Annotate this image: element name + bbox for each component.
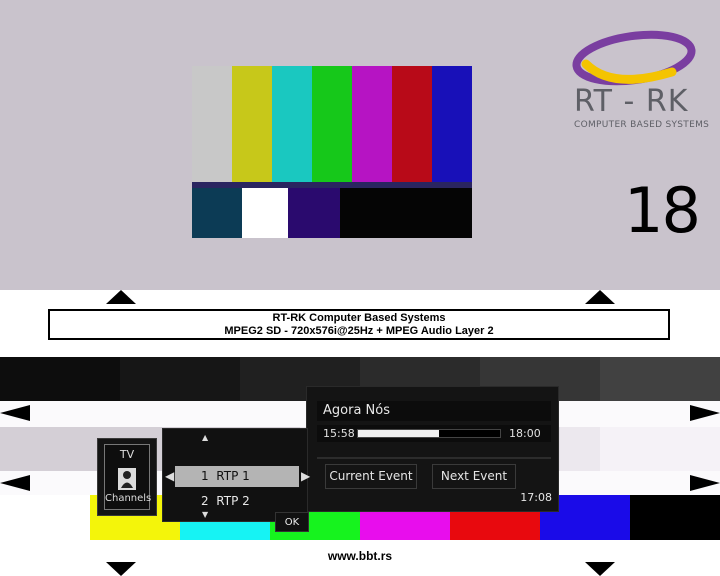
mini-low-black (340, 188, 472, 238)
stream-info-box: RT-RK Computer Based Systems MPEG2 SD - … (48, 309, 670, 340)
chevron-right-icon[interactable]: ▶ (301, 469, 310, 483)
channel-list-item[interactable]: 2 RTP 2 (201, 494, 250, 508)
scroll-up-icon[interactable]: ▲ (202, 433, 208, 442)
current-event-button[interactable]: Current Event (325, 464, 417, 489)
channel-list-panel: ▲ ◀ 1 RTP 1 ▶ 2 RTP 2 ▼ (162, 428, 310, 522)
arrow-up-icon (106, 290, 136, 304)
info-line-2: MPEG2 SD - 720x576i@25Hz + MPEG Audio La… (224, 325, 494, 337)
mini-bar-yellow (232, 66, 272, 182)
mini-bar-grey (192, 66, 232, 182)
light-grey-band (560, 427, 600, 471)
channel-name-label: RTP 2 (216, 494, 250, 508)
grey-step (120, 357, 240, 401)
mini-low-purple (288, 188, 340, 238)
grey-step (0, 357, 120, 401)
channel-name-label: RTP 1 (216, 469, 250, 483)
next-event-button[interactable]: Next Event (432, 464, 516, 489)
logo-name: RT - RK (574, 84, 689, 119)
arrow-down-icon (585, 562, 615, 576)
event-title-bar: Agora Nós (317, 401, 551, 421)
channel-number: 18 (624, 174, 701, 247)
info-line-1: RT-RK Computer Based Systems (272, 312, 446, 324)
event-end-time: 18:00 (509, 427, 541, 440)
arrow-left-icon (0, 475, 30, 491)
website-url: www.bbt.rs (327, 549, 393, 563)
channel-number-label: 2 (201, 494, 209, 508)
ok-button[interactable]: OK (275, 512, 309, 532)
channel-list-item-selected[interactable]: 1 RTP 1 (175, 466, 299, 487)
arrow-down-icon (106, 562, 136, 576)
divider (317, 457, 551, 459)
tv-label: TV (119, 448, 135, 461)
event-info-panel: Agora Nós 15:58 18:00 Current Event Next… (306, 386, 559, 512)
mini-bar-blue (432, 66, 472, 182)
scroll-down-icon[interactable]: ▼ (202, 510, 208, 519)
clock: 17:08 (520, 491, 552, 504)
light-grey-band (600, 427, 720, 471)
chevron-left-icon[interactable]: ◀ (165, 469, 174, 483)
event-time-bar: 15:58 18:00 (317, 425, 551, 442)
mini-bar-cyan (272, 66, 312, 182)
logo-subtitle: COMPUTER BASED SYSTEMS (574, 120, 710, 130)
mini-color-bars (192, 66, 472, 238)
event-start-time: 15:58 (323, 427, 355, 440)
event-progress-bar (357, 429, 501, 438)
test-card-background: RT - RK COMPUTER BASED SYSTEMS 18 (0, 0, 720, 290)
mini-bar-green (312, 66, 352, 182)
grey-step (600, 357, 720, 401)
mini-bar-red (392, 66, 432, 182)
arrow-right-icon (690, 405, 720, 421)
tv-channels-panel[interactable]: TV Channels (97, 438, 157, 516)
person-icon (118, 468, 136, 490)
tv-channels-icon-frame: TV Channels (104, 444, 152, 510)
color-bar-black (630, 495, 720, 540)
mini-low-navy (192, 188, 242, 238)
channels-label: Channels (105, 493, 152, 504)
mini-bar-magenta (352, 66, 392, 182)
arrow-left-icon (0, 405, 30, 421)
channel-number-label: 1 (201, 469, 209, 483)
mini-low-white (242, 188, 288, 238)
arrow-up-icon (585, 290, 615, 304)
event-progress-fill (358, 430, 439, 437)
arrow-right-icon (690, 475, 720, 491)
event-title: Agora Nós (323, 403, 390, 418)
